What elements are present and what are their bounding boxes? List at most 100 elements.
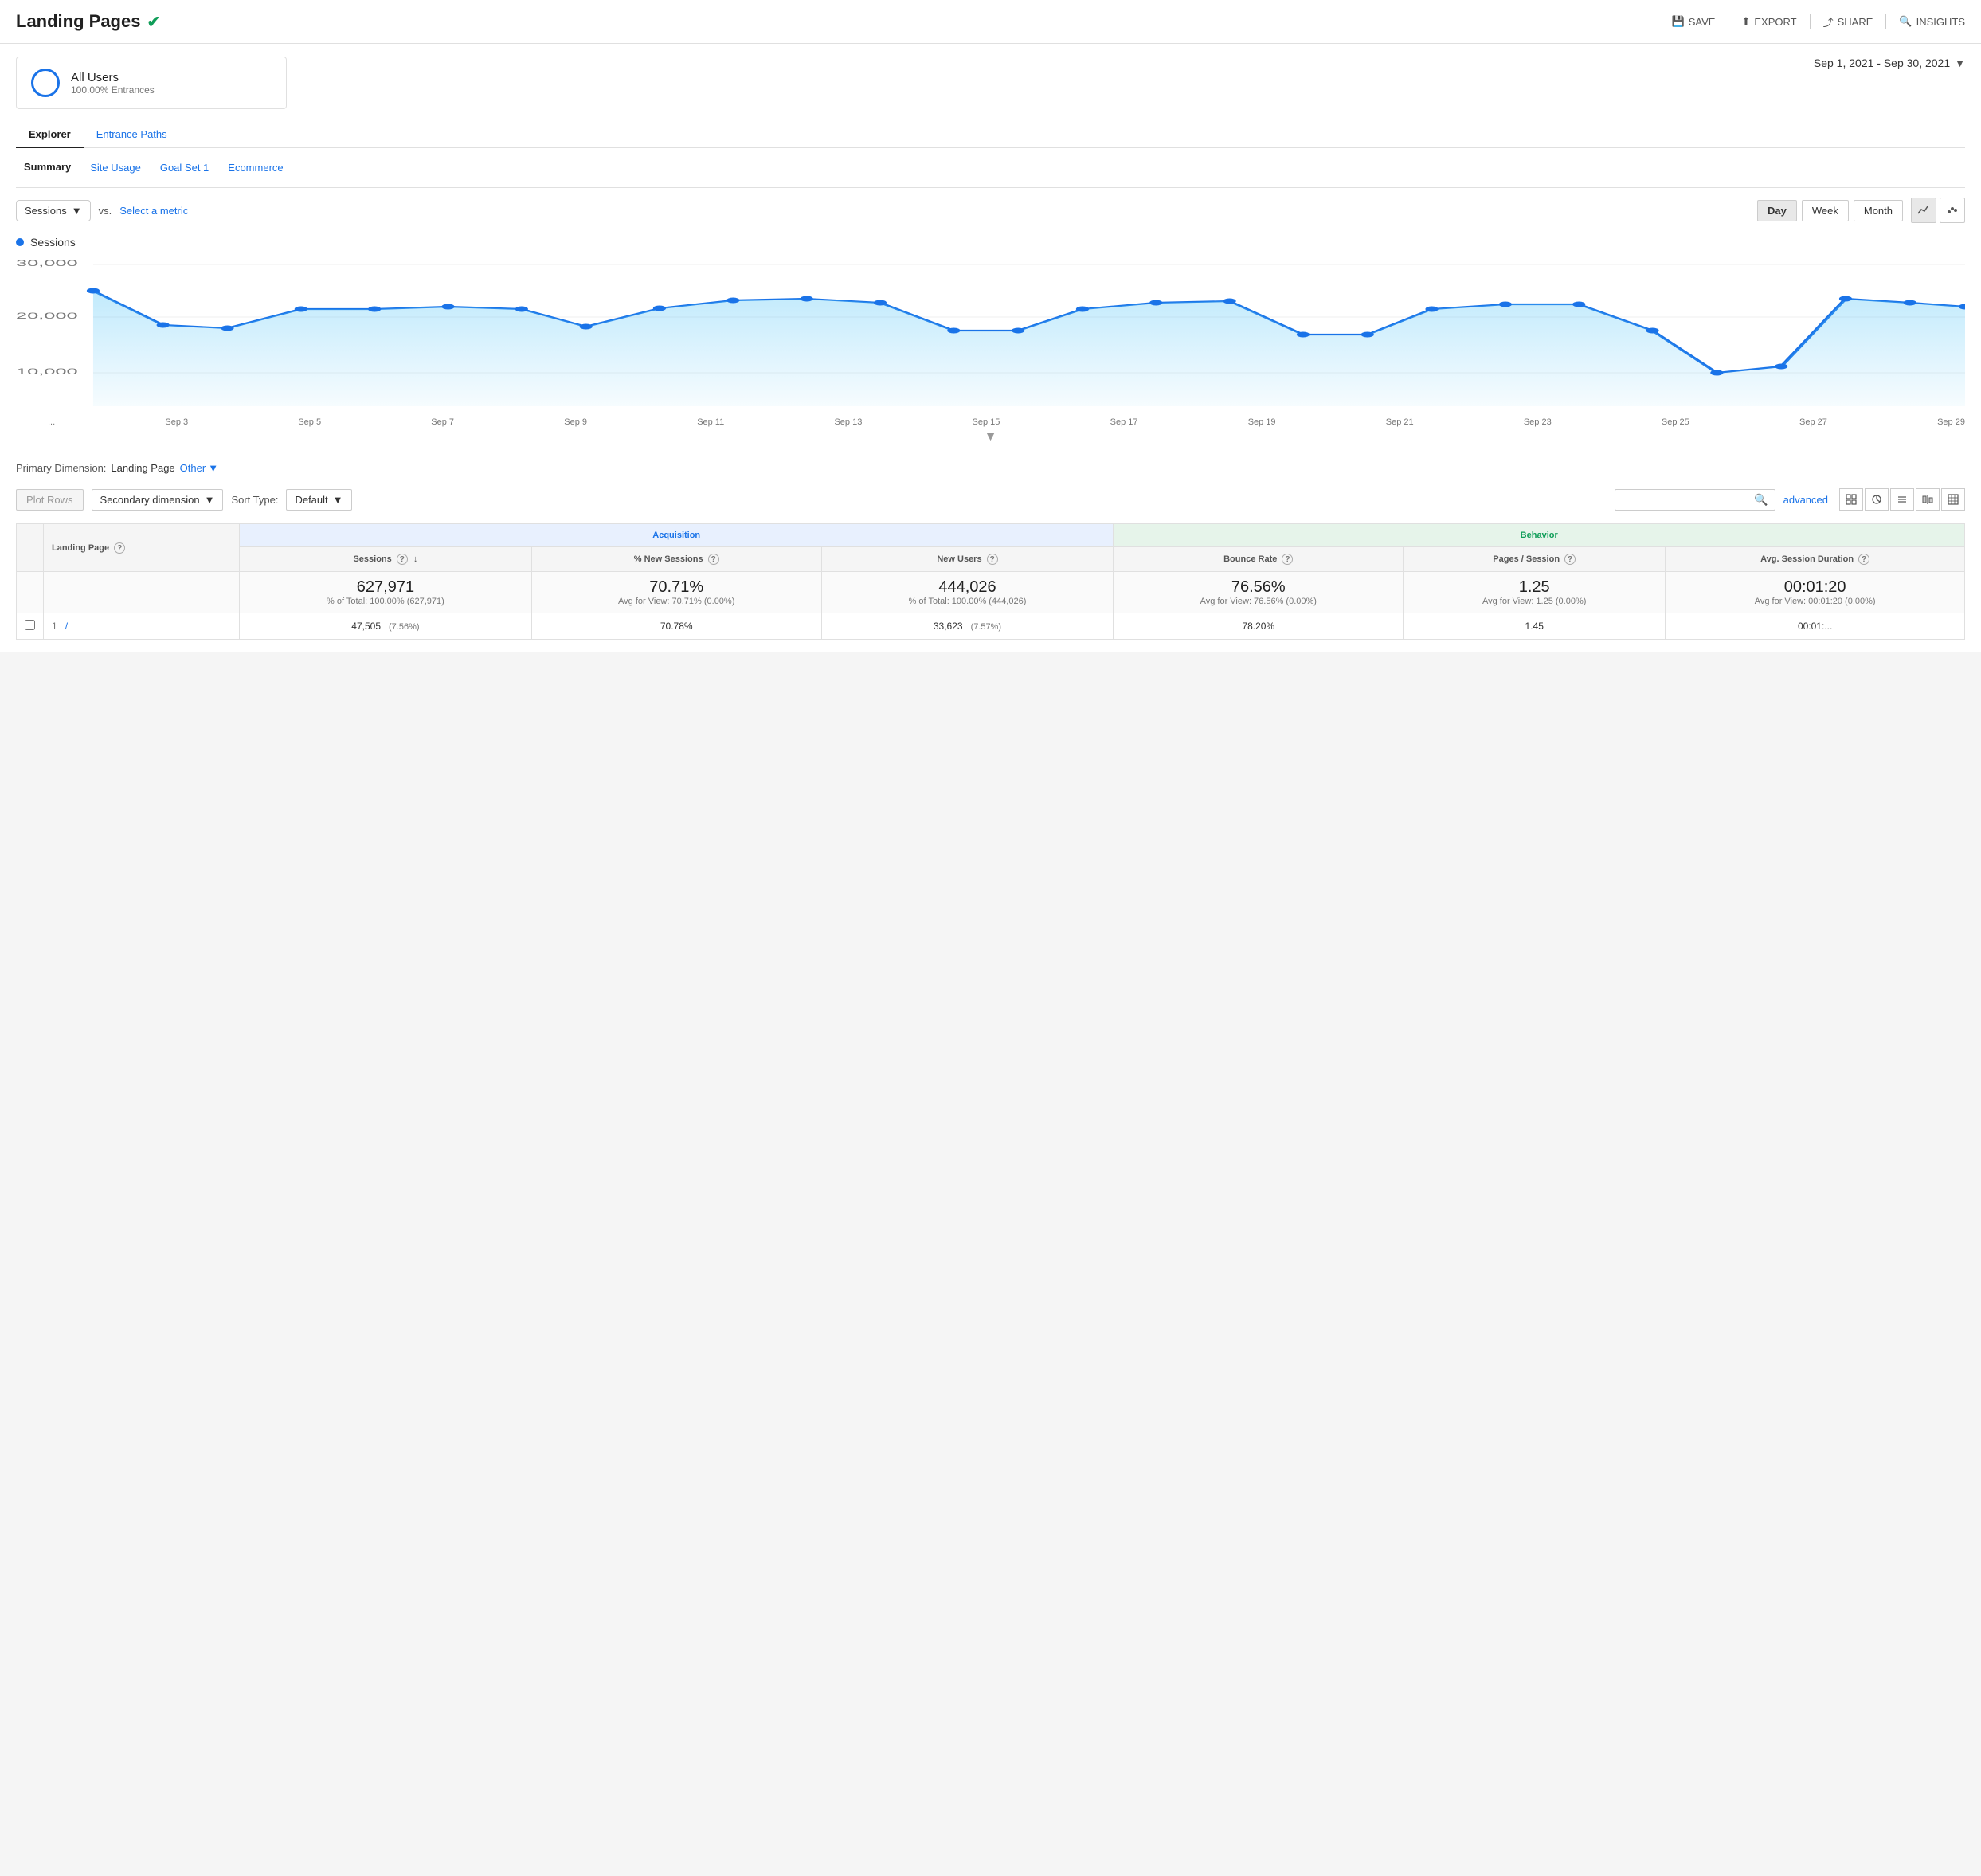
totals-avg-duration-cell: 00:01:20 Avg for View: 00:01:20 (0.00%) xyxy=(1666,572,1965,613)
list-view-btn[interactable] xyxy=(1890,488,1914,511)
x-label: Sep 21 xyxy=(1386,417,1414,427)
total-new-users-value: 444,026 xyxy=(830,578,1106,597)
insights-button[interactable]: 🔍 INSIGHTS xyxy=(1899,15,1965,28)
sort-type-dropdown[interactable]: Default ▼ xyxy=(286,489,351,511)
col-header-row: Sessions ? ↓ % New Sessions ? New Users … xyxy=(17,547,1965,572)
sessions-col-header: Sessions ? ↓ xyxy=(240,547,532,572)
vs-label: vs. xyxy=(99,205,112,217)
scatter-chart-icon xyxy=(1946,204,1959,217)
page-header: Landing Pages ✔ 💾 SAVE ⬆ EXPORT ⤴ SHARE … xyxy=(0,0,1981,44)
compare-view-btn[interactable] xyxy=(1916,488,1940,511)
x-label: Sep 3 xyxy=(165,417,188,427)
totals-sessions-cell: 627,971 % of Total: 100.00% (627,971) xyxy=(240,572,532,613)
save-icon: 💾 xyxy=(1672,15,1685,28)
total-avg-duration-value: 00:01:20 xyxy=(1674,578,1956,597)
row-bounce-rate-cell: 78.20% xyxy=(1114,613,1404,640)
primary-dim-label: Primary Dimension: xyxy=(16,462,106,474)
search-input[interactable] xyxy=(1622,494,1749,506)
landing-page-help-icon[interactable]: ? xyxy=(114,542,125,554)
export-button[interactable]: ⬆ EXPORT xyxy=(1741,15,1796,28)
view-buttons xyxy=(1839,488,1965,511)
scatter-chart-btn[interactable] xyxy=(1940,198,1965,223)
compare-view-icon xyxy=(1922,494,1933,505)
avg-duration-help-icon[interactable]: ? xyxy=(1858,554,1869,565)
bounce-rate-help-icon[interactable]: ? xyxy=(1282,554,1293,565)
totals-label-cell xyxy=(44,572,240,613)
new-users-help-icon[interactable]: ? xyxy=(987,554,998,565)
row-sessions-cell: 47,505 (7.56%) xyxy=(240,613,532,640)
date-dropdown-icon[interactable]: ▼ xyxy=(1955,57,1965,69)
line-chart-icon xyxy=(1917,204,1930,217)
sessions-help-icon[interactable]: ? xyxy=(397,554,408,565)
metric-dropdown[interactable]: Sessions ▼ xyxy=(16,200,91,221)
totals-pages-session-cell: 1.25 Avg for View: 1.25 (0.00%) xyxy=(1404,572,1666,613)
divider xyxy=(1885,14,1886,29)
row-sessions-pct: (7.56%) xyxy=(389,622,420,632)
table-view-icon xyxy=(1948,494,1959,505)
segment-box: All Users 100.00% Entrances xyxy=(16,57,287,109)
total-bounce-rate-value: 76.56% xyxy=(1122,578,1395,597)
primary-dimension-row: Primary Dimension: Landing Page Other ▼ xyxy=(16,451,1965,482)
pages-session-col-header: Pages / Session ? xyxy=(1404,547,1666,572)
x-label: Sep 7 xyxy=(431,417,454,427)
data-table: Landing Page ? Acquisition Behavior Sess… xyxy=(16,523,1965,640)
grid-view-btn[interactable] xyxy=(1839,488,1863,511)
time-btn-month[interactable]: Month xyxy=(1854,200,1903,221)
row-checkbox[interactable] xyxy=(25,620,35,630)
secondary-dimension-dropdown[interactable]: Secondary dimension ▼ xyxy=(92,489,224,511)
new-users-col-header: New Users ? xyxy=(821,547,1114,572)
row-page-link[interactable]: / xyxy=(65,621,68,632)
total-new-sessions-value: 70.71% xyxy=(540,578,813,597)
tab-entrance-paths[interactable]: Entrance Paths xyxy=(84,122,180,148)
list-view-icon xyxy=(1897,494,1908,505)
advanced-link[interactable]: advanced xyxy=(1783,494,1828,506)
svg-text:30,000: 30,000 xyxy=(16,258,78,268)
avg-duration-col-header: Avg. Session Duration ? xyxy=(1666,547,1965,572)
other-dropdown-icon: ▼ xyxy=(208,462,218,474)
share-button[interactable]: ⤴ SHARE xyxy=(1823,14,1873,29)
subtab-ecommerce[interactable]: Ecommerce xyxy=(220,156,291,179)
pie-view-btn[interactable] xyxy=(1865,488,1889,511)
page-title: Landing Pages xyxy=(16,11,140,32)
save-button[interactable]: 💾 SAVE xyxy=(1672,15,1716,28)
subtabs: Summary Site Usage Goal Set 1 Ecommerce xyxy=(16,148,1965,188)
row-checkbox-cell[interactable] xyxy=(17,613,44,640)
row-sessions-value: 47,505 xyxy=(351,621,381,632)
x-label: Sep 23 xyxy=(1524,417,1552,427)
tab-explorer[interactable]: Explorer xyxy=(16,122,84,148)
subtab-summary[interactable]: Summary xyxy=(16,156,79,179)
acquisition-group-header: Acquisition xyxy=(240,524,1114,547)
subtab-site-usage[interactable]: Site Usage xyxy=(82,156,149,179)
chart-scroll-handle[interactable]: ▼ xyxy=(985,430,997,444)
pages-session-help-icon[interactable]: ? xyxy=(1564,554,1576,565)
line-chart-btn[interactable] xyxy=(1911,198,1936,223)
x-label: ... xyxy=(48,417,55,427)
sort-type-label: Sort Type: xyxy=(231,494,278,506)
total-new-users-pct: % of Total: 100.00% (444,026) xyxy=(830,597,1106,606)
x-label: Sep 29 xyxy=(1937,417,1965,427)
grid-view-icon xyxy=(1846,494,1857,505)
new-sessions-help-icon[interactable]: ? xyxy=(708,554,719,565)
search-icon[interactable]: 🔍 xyxy=(1754,493,1768,507)
behavior-group-header: Behavior xyxy=(1114,524,1965,547)
insights-icon: 🔍 xyxy=(1899,15,1912,28)
subtab-goal-set[interactable]: Goal Set 1 xyxy=(152,156,217,179)
page-title-group: Landing Pages ✔ xyxy=(16,11,160,32)
metric-selector: Sessions ▼ vs. Select a metric xyxy=(16,200,188,221)
time-btn-day[interactable]: Day xyxy=(1757,200,1797,221)
date-range-text: Sep 1, 2021 - Sep 30, 2021 xyxy=(1814,57,1950,69)
time-btn-week[interactable]: Week xyxy=(1802,200,1849,221)
row-avg-duration-cell: 00:01:... xyxy=(1666,613,1965,640)
export-icon: ⬆ xyxy=(1741,15,1750,28)
new-sessions-col-header: % New Sessions ? xyxy=(531,547,821,572)
totals-checkbox-cell xyxy=(17,572,44,613)
sessions-legend-dot xyxy=(16,238,24,246)
select-metric-link[interactable]: Select a metric xyxy=(119,205,188,217)
table-view-btn[interactable] xyxy=(1941,488,1965,511)
x-label: Sep 13 xyxy=(834,417,862,427)
primary-dim-other[interactable]: Other ▼ xyxy=(180,462,218,474)
row-pages-session-cell: 1.45 xyxy=(1404,613,1666,640)
main-tabs: Explorer Entrance Paths xyxy=(16,122,1965,148)
chart-area: 30,000 20,000 10,000 xyxy=(16,255,1965,414)
x-label: Sep 9 xyxy=(564,417,587,427)
